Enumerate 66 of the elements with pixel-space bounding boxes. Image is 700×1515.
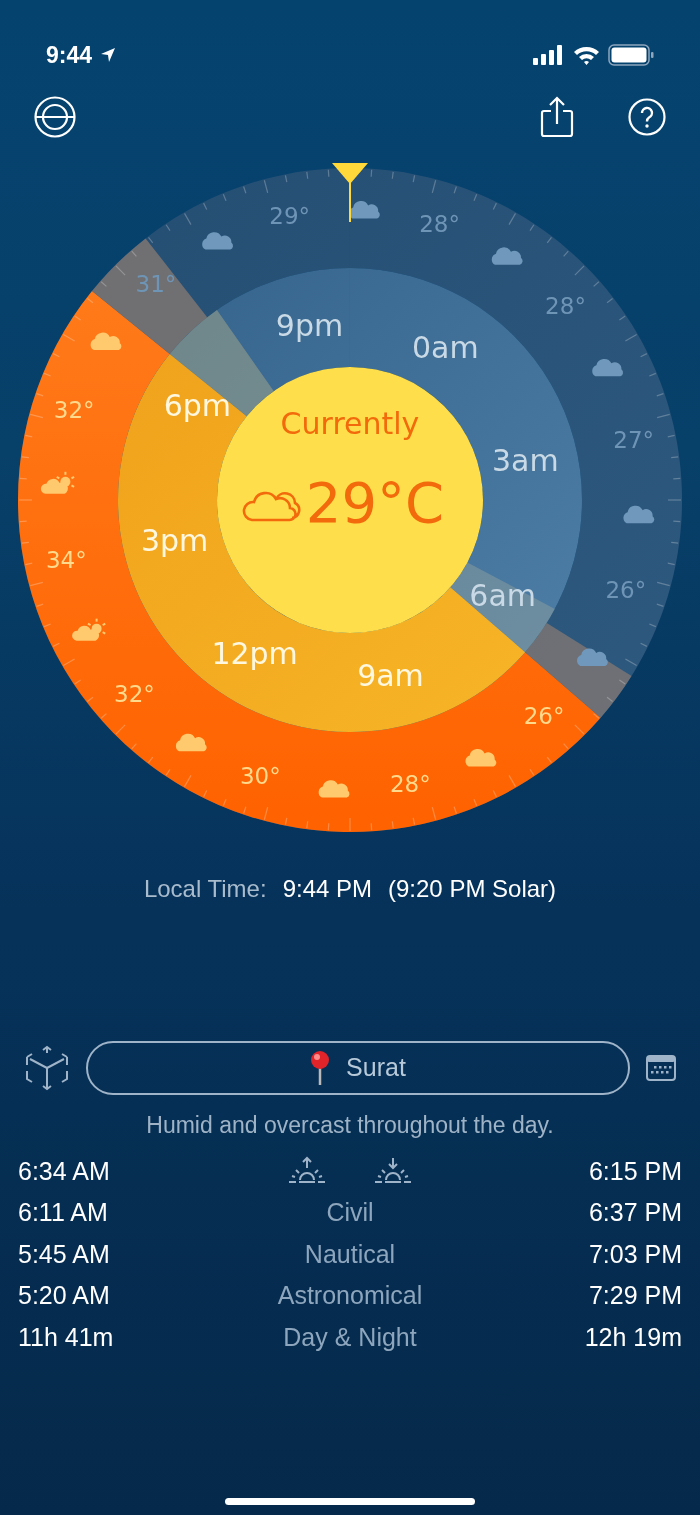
twilight-label: Day & Night xyxy=(283,1321,417,1353)
cloud-icon xyxy=(623,505,655,524)
hour-label: 3pm xyxy=(140,523,209,559)
help-icon[interactable] xyxy=(628,98,666,136)
sun-cloud-icon xyxy=(72,617,107,641)
location-arrow-icon xyxy=(100,47,117,63)
twilight-label: Civil xyxy=(326,1197,374,1228)
cloud-icon xyxy=(242,491,301,522)
cloud-icon xyxy=(318,780,350,798)
location-button[interactable]: Surat xyxy=(86,1041,630,1095)
cloud-icon xyxy=(592,358,624,377)
evening-time: 6:15 PM xyxy=(587,1155,682,1187)
current-time-pointer xyxy=(332,163,368,223)
morning-time: 5:20 AM xyxy=(18,1280,111,1311)
hourly-temperature: 28° xyxy=(419,211,460,238)
hourly-temperature: 27° xyxy=(613,426,655,453)
local-time-label: Local Time: xyxy=(143,874,267,904)
cloud-icon xyxy=(175,733,207,752)
hourly-temperature: 31° xyxy=(135,271,177,298)
local-time-value: 9:44 PM xyxy=(282,874,372,904)
cloud-icon xyxy=(202,232,233,250)
hour-label: 6pm xyxy=(163,387,232,423)
hourly-temperature: 30° xyxy=(240,762,281,789)
cube-icon[interactable] xyxy=(24,1045,70,1091)
twilight-label: Astronomical xyxy=(277,1280,423,1311)
battery-icon xyxy=(608,44,654,66)
hour-label: 12pm xyxy=(211,635,298,671)
pin-icon xyxy=(310,1050,331,1086)
hour-label: 0am xyxy=(412,330,479,366)
morning-time: 6:34 AM xyxy=(18,1155,111,1187)
twilight-label: Nautical xyxy=(304,1238,396,1270)
evening-time: 12h 19m xyxy=(583,1321,682,1353)
hourly-temperature: 32° xyxy=(114,681,155,708)
cloud-icon xyxy=(491,247,523,265)
morning-time: 6:11 AM xyxy=(18,1197,109,1228)
hour-label: 3am xyxy=(492,442,559,478)
hourly-temperature: 29° xyxy=(269,203,311,230)
cloud-icon xyxy=(577,648,608,666)
morning-time: 5:45 AM xyxy=(18,1238,111,1270)
hourly-temperature: 28° xyxy=(389,770,431,797)
current-temperature: 29°C xyxy=(305,470,445,535)
hourly-temperature: 26° xyxy=(605,576,647,603)
hourly-temperature: 32° xyxy=(53,397,95,424)
hourly-temperature: 34° xyxy=(45,547,87,574)
hour-label: 9am xyxy=(357,658,424,694)
evening-time: 7:03 PM xyxy=(587,1238,682,1270)
evening-time: 6:37 PM xyxy=(587,1197,682,1228)
evening-time: 7:29 PM xyxy=(587,1280,682,1311)
hour-label: 9pm xyxy=(275,307,344,343)
wifi-icon xyxy=(573,45,600,65)
cloud-icon xyxy=(349,200,380,219)
cloud-icon xyxy=(90,332,122,351)
cloud-icon xyxy=(465,748,497,767)
share-icon[interactable] xyxy=(540,96,574,138)
weather-summary: Humid and overcast throughout the day. xyxy=(145,1111,555,1140)
status-time: 9:44 xyxy=(46,40,93,70)
signal-icon xyxy=(533,45,565,65)
hourly-temperature: 26° xyxy=(523,702,565,729)
calendar-icon[interactable] xyxy=(646,1055,676,1081)
globe-icon[interactable] xyxy=(34,96,76,138)
solar-time-value: (9:20 PM Solar) xyxy=(388,874,557,904)
sun-cloud-icon xyxy=(40,470,76,494)
morning-time: 11h 41m xyxy=(18,1321,115,1353)
currently-label: Currently xyxy=(280,406,420,441)
hour-label: 6am xyxy=(469,578,536,614)
hourly-temperature: 28° xyxy=(545,292,586,319)
